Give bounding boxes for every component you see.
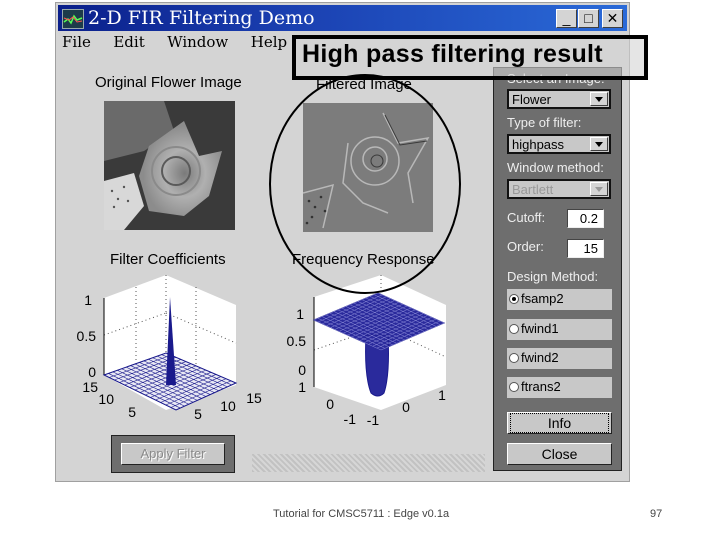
cutoff-input[interactable]: 0.2 <box>567 209 604 228</box>
filter-type-label: Type of filter: <box>507 115 582 130</box>
status-bar <box>252 454 485 472</box>
coeff-z-tick: 1 <box>84 292 92 308</box>
radio-label: fwind2 <box>521 350 559 365</box>
window-method-label: Window method: <box>507 160 604 175</box>
freq-z-tick: 1 <box>296 306 304 322</box>
chevron-down-icon[interactable] <box>590 182 608 196</box>
window-method-select[interactable]: Bartlett <box>507 179 611 199</box>
radio-fsamp2[interactable]: fsamp2 <box>507 289 612 310</box>
menu-edit[interactable]: Edit <box>113 33 144 51</box>
apply-filter-frame: Apply Filter <box>111 435 235 473</box>
window-title: 2-D FIR Filtering Demo <box>88 7 315 29</box>
menu-file[interactable]: File <box>62 33 91 51</box>
matlab-figure-icon <box>62 9 84 29</box>
annotation-text: High pass filtering result <box>302 40 603 68</box>
freq-x-tick: 0 <box>402 399 410 415</box>
title-bar[interactable]: 2-D FIR Filtering Demo _ □ ✕ <box>58 5 627 31</box>
coeff-z-tick: 0.5 <box>77 328 97 344</box>
coeff-x-tick: 10 <box>220 398 236 414</box>
close-window-button[interactable]: ✕ <box>602 9 623 28</box>
freq-z-tick: 0.5 <box>287 333 307 349</box>
design-method-label: Design Method: <box>507 269 599 284</box>
page-number: 97 <box>650 508 663 520</box>
radio-unselected-icon[interactable] <box>509 324 519 334</box>
info-button[interactable]: Info <box>507 412 612 434</box>
annotation-circle <box>269 74 461 294</box>
chevron-down-icon[interactable] <box>590 92 608 106</box>
control-panel: Select an Image: Flower Type of filter: … <box>493 67 622 471</box>
radio-selected-icon[interactable] <box>509 294 519 304</box>
info-button-label: Info <box>509 413 610 433</box>
freq-x-tick: -1 <box>367 412 380 428</box>
filter-type-select[interactable]: highpass <box>507 134 611 154</box>
radio-label: fwind1 <box>521 321 559 336</box>
close-button[interactable]: Close <box>507 443 612 465</box>
radio-unselected-icon[interactable] <box>509 353 519 363</box>
minimize-button[interactable]: _ <box>556 9 577 28</box>
radio-unselected-icon[interactable] <box>509 382 519 392</box>
coeff-z-tick: 0 <box>88 364 96 380</box>
window-method-value: Bartlett <box>512 182 554 197</box>
coeff-y-tick: 10 <box>98 391 114 407</box>
filter-type-value: highpass <box>512 137 565 152</box>
order-label: Order: <box>507 239 544 254</box>
image-select[interactable]: Flower <box>507 89 611 109</box>
radio-fwind1[interactable]: fwind1 <box>507 319 612 340</box>
freq-y-tick: 0 <box>326 396 334 412</box>
menu-help[interactable]: Help <box>251 33 287 51</box>
maximize-button[interactable]: □ <box>578 9 599 28</box>
coeff-x-tick: 15 <box>246 390 262 406</box>
radio-ftrans2[interactable]: ftrans2 <box>507 377 612 398</box>
coeff-plot-title: Filter Coefficients <box>110 251 226 268</box>
freq-x-tick: 1 <box>438 387 446 403</box>
menu-window[interactable]: Window <box>167 33 228 51</box>
filter-coefficients-plot: 1 0.5 0 15 10 5 5 10 15 <box>77 275 262 422</box>
image-select-value: Flower <box>512 92 552 107</box>
coeff-y-tick: 15 <box>82 379 98 395</box>
freq-y-tick: 1 <box>298 379 306 395</box>
radio-label: ftrans2 <box>521 379 561 394</box>
freq-y-tick: -1 <box>344 411 357 427</box>
apply-filter-button[interactable]: Apply Filter <box>121 443 225 465</box>
original-flower-image <box>104 101 235 230</box>
coeff-x-tick: 5 <box>194 406 202 422</box>
radio-fwind2[interactable]: fwind2 <box>507 348 612 369</box>
coeff-y-tick: 5 <box>128 404 136 420</box>
highlight-ellipse <box>269 74 461 294</box>
frequency-response-plot: 1 0.5 0 1 0 -1 -1 0 1 <box>287 275 447 428</box>
slide-caption: Tutorial for CMSC5711 : Edge v0.1a <box>273 508 450 520</box>
menu-bar: File Edit Window Help <box>62 33 305 55</box>
original-image-title: Original Flower Image <box>95 74 242 91</box>
chevron-down-icon[interactable] <box>590 137 608 151</box>
freq-z-tick: 0 <box>298 362 306 378</box>
radio-label: fsamp2 <box>521 291 564 306</box>
cutoff-label: Cutoff: <box>507 210 546 225</box>
order-input[interactable]: 15 <box>567 239 604 258</box>
